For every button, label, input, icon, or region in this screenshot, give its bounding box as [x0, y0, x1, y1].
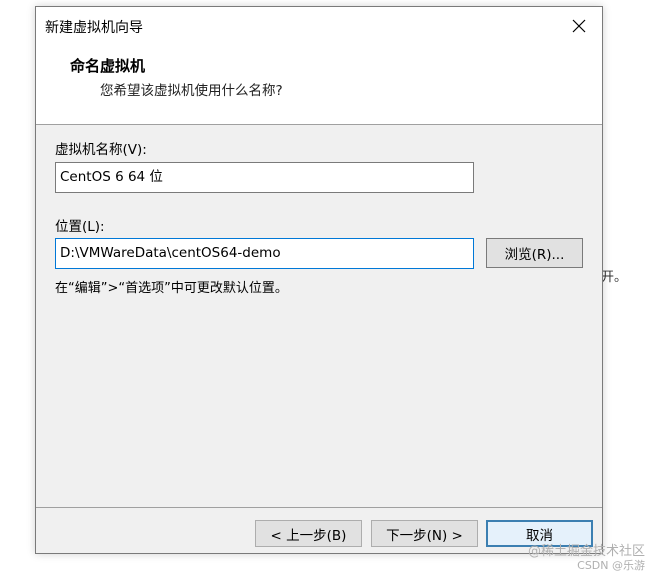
watermark-line1: @稀土掘金技术社区 — [527, 544, 645, 559]
default-location-hint: 在“编辑”>“首选项”中可更改默认位置。 — [55, 281, 288, 296]
background-text-fragment: 开。 — [601, 270, 628, 285]
close-button[interactable] — [556, 7, 602, 45]
browse-button[interactable]: 浏览(R)... — [486, 238, 583, 268]
location-input[interactable]: D:\VMWareData\centOS64-demo — [55, 238, 474, 269]
title-bar: 新建虚拟机向导 — [36, 7, 602, 45]
next-button[interactable]: 下一步(N) > — [371, 520, 478, 547]
footer-separator — [36, 507, 602, 508]
watermark-line2: CSDN @乐游 — [577, 559, 645, 572]
window-title: 新建虚拟机向导 — [45, 20, 143, 36]
vm-name-input[interactable]: CentOS 6 64 位 — [55, 162, 474, 193]
back-button[interactable]: < 上一步(B) — [255, 520, 362, 547]
page-subtitle: 您希望该虚拟机使用什么名称? — [100, 83, 283, 99]
watermark: @稀土掘金技术社区 CSDN @乐游 — [528, 545, 645, 573]
cancel-button[interactable]: 取消 — [486, 520, 593, 547]
location-label: 位置(L): — [55, 219, 105, 235]
vm-name-label: 虚拟机名称(V): — [55, 142, 147, 158]
close-icon — [572, 19, 586, 33]
new-vm-wizard-dialog: 新建虚拟机向导 命名虚拟机 您希望该虚拟机使用什么名称? 虚拟机名称(V): C… — [35, 6, 603, 554]
page-title: 命名虚拟机 — [70, 57, 146, 75]
wizard-header: 命名虚拟机 您希望该虚拟机使用什么名称? — [36, 45, 602, 125]
